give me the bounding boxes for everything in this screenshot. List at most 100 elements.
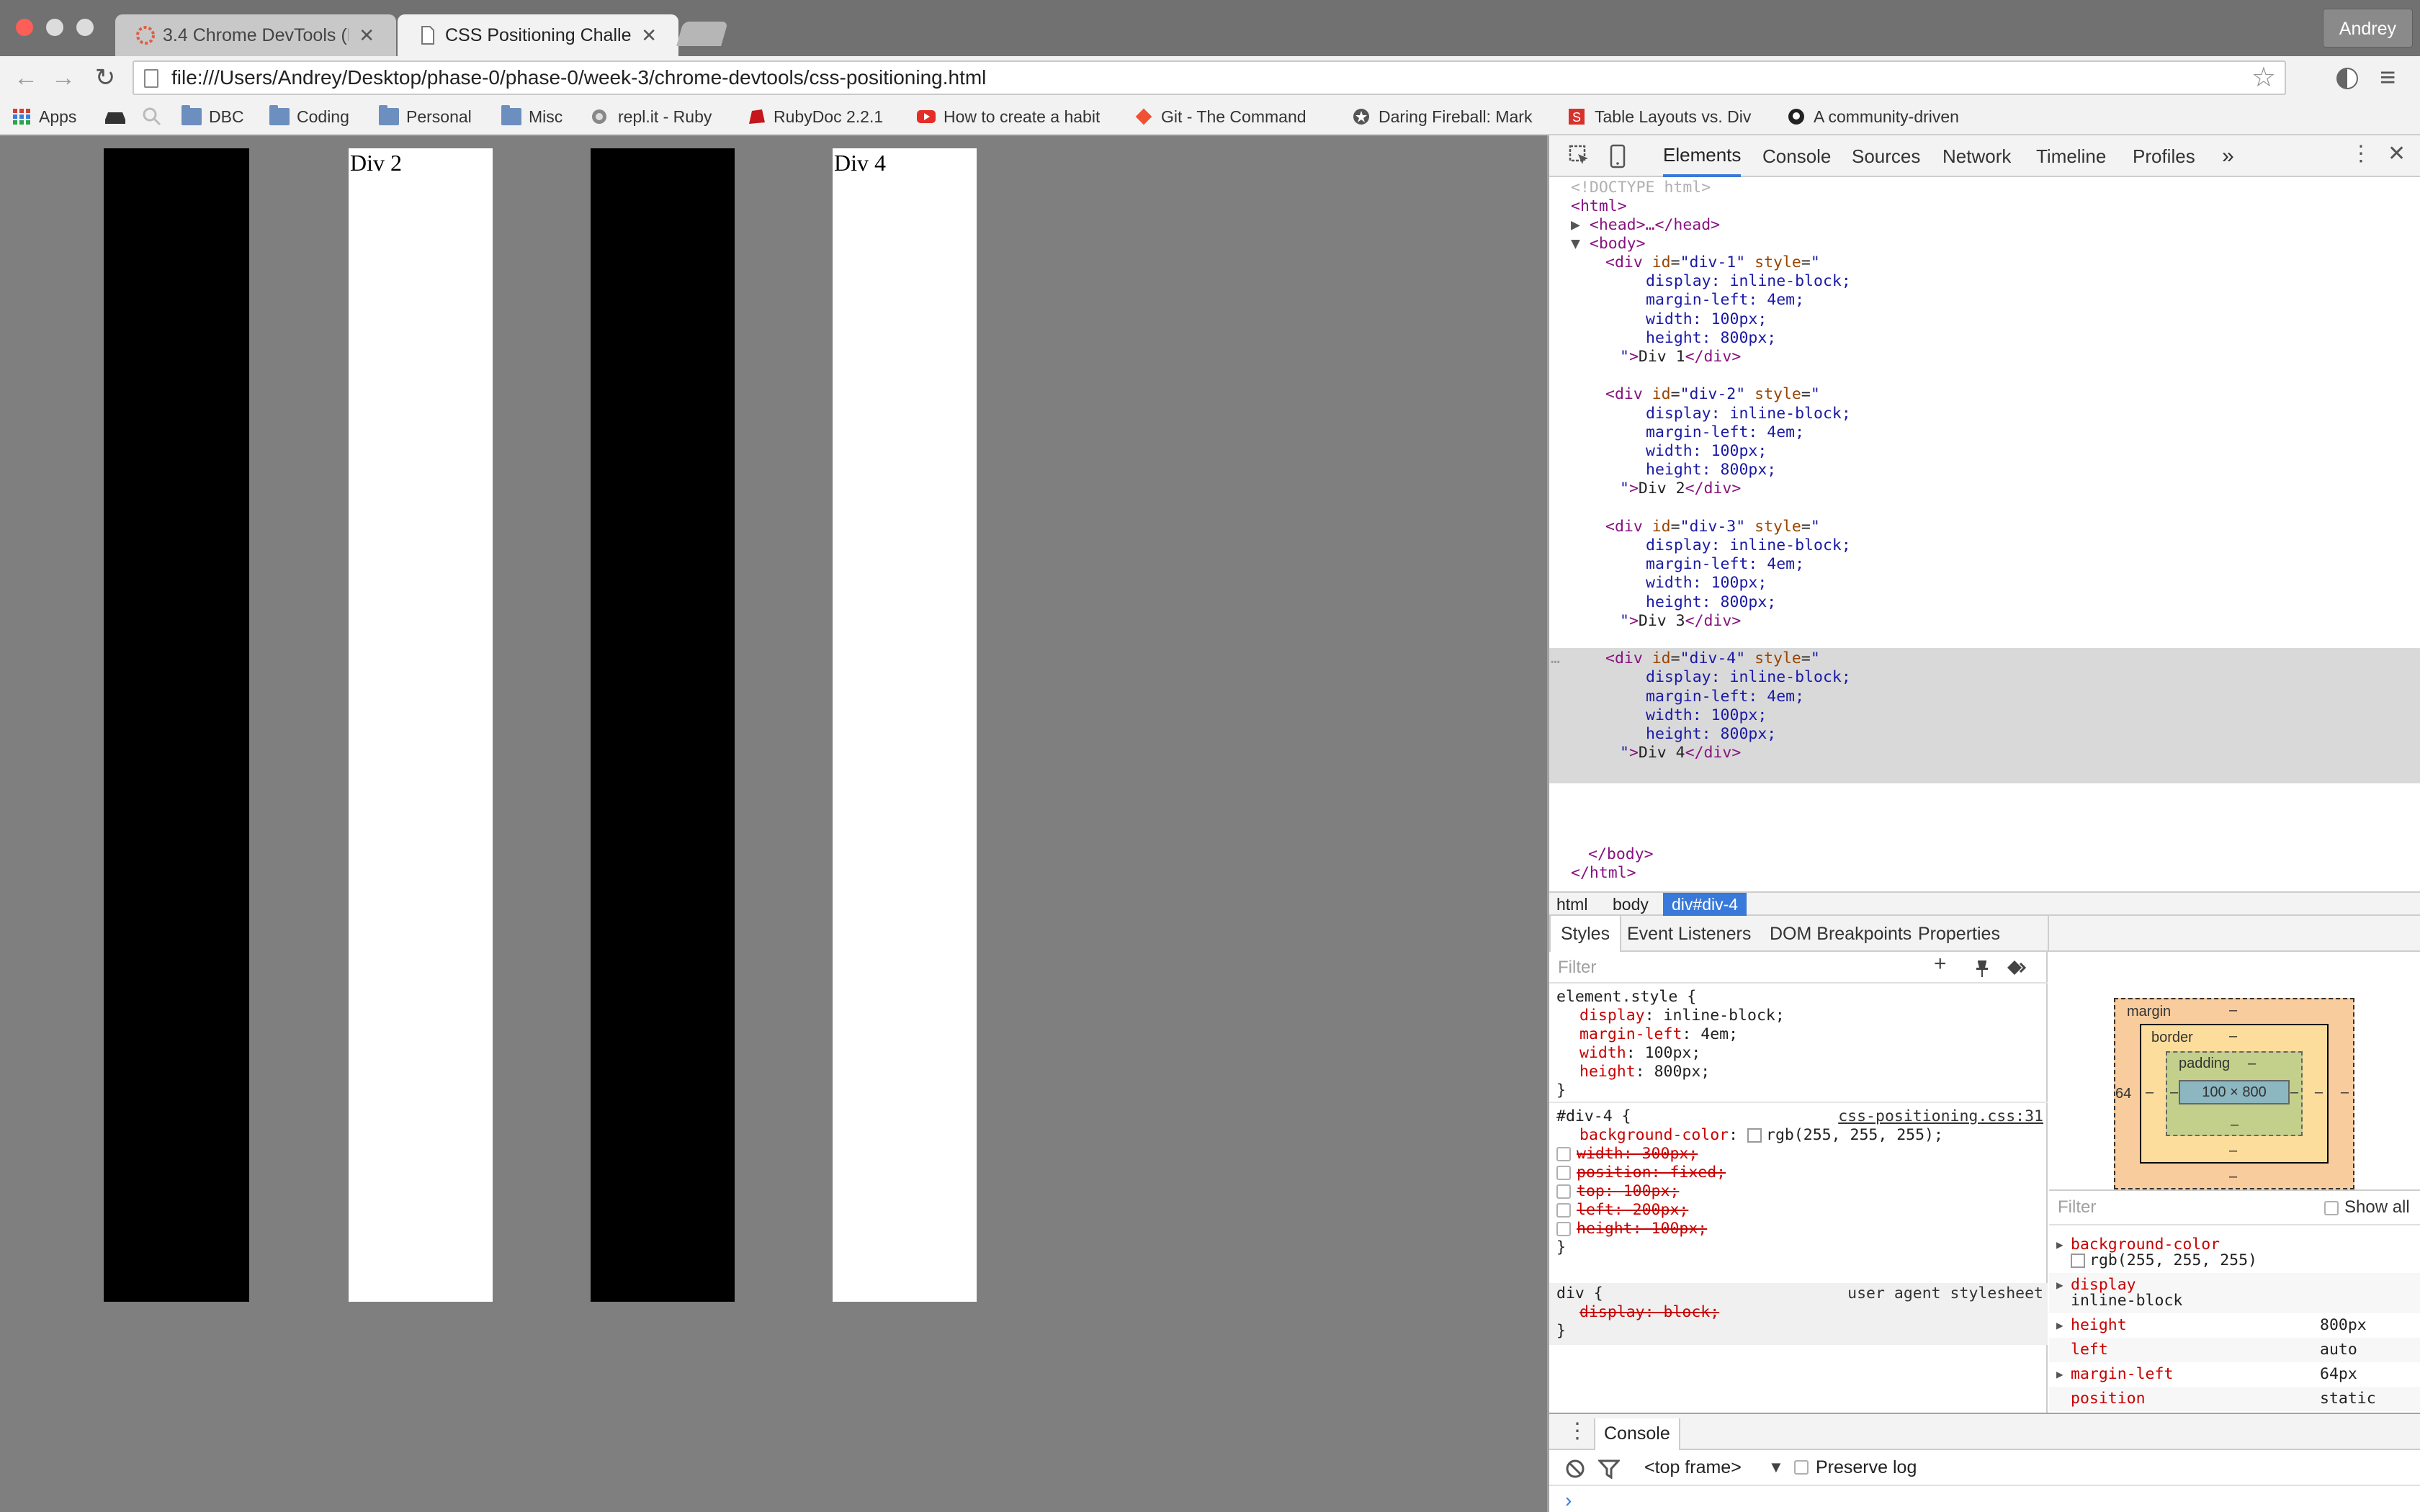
computed-filter-input[interactable]: Filter [2058,1191,2096,1224]
bookmark-git[interactable]: Git - The Command [1134,99,1328,134]
dom-node-doctype[interactable]: <!DOCTYPE html> [1549,179,2420,197]
minimize-window-button[interactable] [46,19,63,36]
dom-node-div[interactable]: <div id="div-3" style=" [1549,518,2420,536]
bookmark-table-layouts[interactable]: S Table Layouts vs. Div [1567,99,1763,134]
new-tab-button[interactable] [676,22,728,46]
margin-left-value[interactable]: 64 [2115,1086,2131,1102]
bookmark-star-icon[interactable]: ☆ [2251,62,2276,94]
dom-inline-style-line[interactable]: width: 100px; [1549,442,2420,461]
margin-top-value[interactable]: – [2229,1002,2237,1019]
property-checkbox[interactable] [1556,1203,1571,1218]
border-bottom-value[interactable]: – [2229,1143,2237,1159]
div4-rule-disabled-prop[interactable]: height: 100px; [1549,1220,2048,1238]
dom-node-html[interactable]: <html> [1549,197,2420,216]
element-classes-icon[interactable] [2006,959,2027,976]
breadcrumb-body[interactable]: body [1613,893,1649,916]
tab-elements[interactable]: Elements [1663,135,1742,177]
close-tab-icon[interactable]: ✕ [641,24,657,47]
dom-node-head[interactable]: ▶ <head>…</head> [1549,216,2420,235]
color-swatch[interactable] [2071,1254,2085,1268]
padding-bottom-value[interactable]: – [2231,1117,2238,1133]
expand-triangle-icon[interactable]: ▶ [2056,1313,2063,1338]
bookmark-replit[interactable]: repl.it - Ruby [591,99,712,134]
border-left-value[interactable]: – [2146,1084,2154,1101]
dom-inline-style-line[interactable]: width: 100px; [1549,574,2420,593]
computed-row[interactable]: position static [2049,1387,2420,1411]
expand-triangle-icon[interactable]: ▶ [2056,1233,2063,1257]
bookmark-daring-fireball[interactable]: Daring Fireball: Mark [1351,99,1547,134]
breadcrumb-div-4[interactable]: div#div-4 [1663,893,1747,916]
subtab-event-listeners[interactable]: Event Listeners [1627,916,1751,952]
back-icon[interactable]: ← [9,60,43,95]
dom-inline-style-line[interactable]: margin-left: 4em; [1549,423,2420,442]
element-style-selector[interactable]: element.style { [1549,988,2048,1007]
bookmark-folder-dbc[interactable]: DBC [182,99,244,134]
div4-rule-disabled-prop[interactable]: width: 300px; [1549,1145,2048,1164]
dom-inline-style-line[interactable]: height: 800px; [1549,329,2420,348]
div-1[interactable]: Div 1 [104,148,249,1302]
show-all-checkbox[interactable] [2324,1201,2339,1215]
filter-icon[interactable] [1598,1459,1620,1479]
dom-node-html-close[interactable]: </html> [1549,864,2420,883]
property-checkbox[interactable] [1556,1184,1571,1199]
computed-row[interactable]: ▶ display inline-block [2049,1273,2420,1313]
padding-top-value[interactable]: – [2248,1056,2256,1072]
profile-button[interactable]: Andrey [2322,9,2413,48]
dom-node-div-close[interactable]: ">Div 1</div> [1549,348,2420,366]
property-checkbox[interactable] [1556,1222,1571,1236]
dom-node-div-close[interactable]: ">Div 2</div> [1549,480,2420,498]
dom-node-div[interactable]: <div id="div-1" style=" [1549,253,2420,272]
div-4[interactable]: Div 4 [833,148,977,1302]
close-window-button[interactable] [16,19,33,36]
dom-inline-style-line[interactable]: display: inline-block; [1549,405,2420,423]
div4-rule-prop[interactable]: background-color: rgb(255, 255, 255); [1549,1126,2048,1145]
inspect-element-icon[interactable] [1568,144,1591,167]
subtab-dom-breakpoints[interactable]: DOM Breakpoints [1770,916,1912,952]
div4-rule-disabled-prop[interactable]: position: fixed; [1549,1164,2048,1182]
padding-right-value[interactable]: – [2290,1084,2298,1101]
dom-inline-style-line[interactable]: margin-left: 4em; [1549,291,2420,310]
address-bar[interactable]: file:///Users/Andrey/Desktop/phase-0/pha… [133,60,2286,95]
div-2[interactable]: Div 2 [349,148,493,1302]
stylesheet-link[interactable]: css-positioning.css:31 [1838,1107,2043,1126]
div4-rule-disabled-prop[interactable]: top: 100px; [1549,1182,2048,1201]
element-style-prop[interactable]: width: 100px; [1549,1044,2048,1063]
breadcrumb-html[interactable]: html [1556,893,1587,916]
computed-row[interactable]: ▶ height 800px [2049,1313,2420,1338]
dom-node-div-close[interactable]: ">Div 4</div> [1549,744,2420,762]
box-content-size[interactable]: 100 × 800 [2179,1080,2290,1104]
drawer-tab-console[interactable]: Console [1594,1418,1680,1450]
dom-node-div[interactable]: <div id="div-2" style=" [1549,385,2420,404]
tab-css-positioning[interactable]: CSS Positioning Challenge ✕ [398,14,678,56]
styles-filter-input[interactable]: Filter [1558,952,1596,984]
chevron-down-icon[interactable]: ▼ [1768,1450,1784,1485]
reload-icon[interactable]: ↻ [88,60,122,95]
zoom-window-button[interactable] [76,19,94,36]
dom-node-div[interactable]: <div id="div-4" style=" [1549,649,2420,668]
property-checkbox[interactable] [1556,1166,1571,1180]
property-checkbox[interactable] [1556,1147,1571,1161]
dom-inline-style-line[interactable]: height: 800px; [1549,461,2420,480]
bookmark-habit[interactable]: How to create a habit [916,99,1100,134]
tab-devtools[interactable]: 3.4 Chrome DevTools (Man ✕ [115,14,396,56]
bookmark-folder-personal[interactable]: Personal [379,99,472,134]
bookmark-community[interactable]: A community-driven [1786,99,1981,134]
dom-inline-style-line[interactable]: width: 100px; [1549,706,2420,725]
tab-profiles[interactable]: Profiles [2133,135,2195,177]
bookmark-apps[interactable]: Apps [12,99,76,134]
customize-menu-icon[interactable]: ⋮ [2350,141,2372,166]
bookmark-folder-coding[interactable]: Coding [269,99,349,134]
border-right-value[interactable]: – [2315,1084,2323,1101]
tab-network[interactable]: Network [1942,135,2011,177]
expand-triangle-icon[interactable]: ▶ [1571,216,1590,234]
element-style-prop[interactable]: height: 800px; [1549,1063,2048,1081]
dom-inline-style-line[interactable]: width: 100px; [1549,310,2420,329]
dom-node-body[interactable]: ▼ <body> [1549,235,2420,253]
dom-inline-style-line[interactable]: height: 800px; [1549,725,2420,744]
tab-timeline[interactable]: Timeline [2036,135,2106,177]
frame-select[interactable]: <top frame> [1644,1450,1742,1485]
ua-rule-selector[interactable]: div {user agent stylesheet [1549,1284,2048,1303]
dom-inline-style-line[interactable]: height: 800px; [1549,593,2420,612]
div-3[interactable]: Div 3 [591,148,735,1302]
expand-triangle-icon[interactable]: ▶ [2056,1362,2063,1387]
